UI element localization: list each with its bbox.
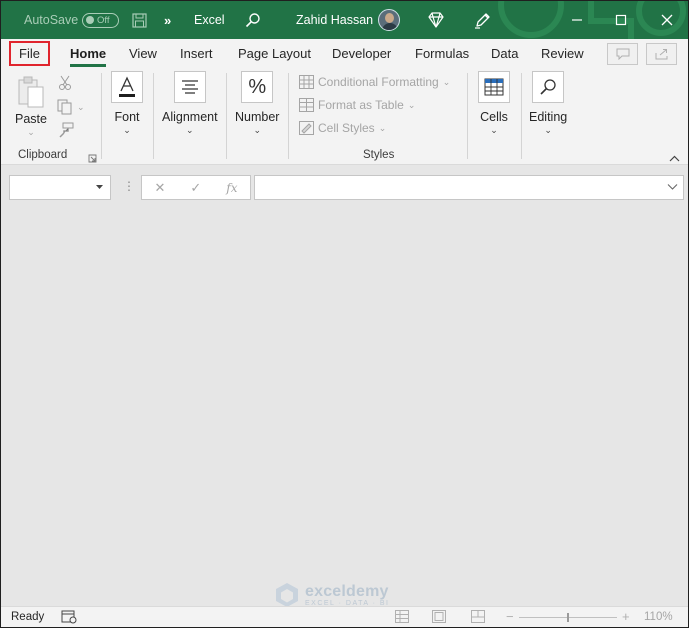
more-icon[interactable]: » xyxy=(164,1,171,39)
font-label: Font xyxy=(114,110,140,124)
minimize-icon[interactable] xyxy=(564,1,590,39)
clipboard-group: Paste ⌄ ⌄ Clipboard xyxy=(1,67,101,165)
font-button[interactable]: Font ⌄ xyxy=(111,71,143,136)
page-layout-view-icon[interactable] xyxy=(432,610,446,626)
cells-label: Cells xyxy=(480,110,508,124)
tab-formulas[interactable]: Formulas xyxy=(415,39,469,67)
status-bar: Ready − + 110% xyxy=(1,606,688,627)
tab-page-layout[interactable]: Page Layout xyxy=(238,39,311,67)
ribbon-tabs: File Home View Insert Page Layout Develo… xyxy=(1,39,688,67)
normal-view-icon[interactable] xyxy=(395,610,409,626)
clipboard-group-label: Clipboard xyxy=(18,149,68,161)
collapse-ribbon-icon[interactable] xyxy=(669,151,680,165)
autosave-state: Off xyxy=(97,14,110,26)
search-icon[interactable] xyxy=(245,1,261,39)
styles-group-label: Styles xyxy=(363,149,395,161)
editing-button[interactable]: Editing ⌄ xyxy=(529,71,567,136)
zoom-out-icon[interactable]: − xyxy=(506,609,514,624)
formula-actions: ✕ ✓ fx xyxy=(141,175,251,200)
font-icon xyxy=(111,71,143,103)
alignment-button[interactable]: Alignment ⌄ xyxy=(162,71,218,136)
cell-styles-icon xyxy=(299,121,314,135)
user-name[interactable]: Zahid Hassan xyxy=(296,1,373,39)
watermark-name: exceldemy xyxy=(305,582,389,600)
paste-icon xyxy=(15,75,47,112)
conditional-formatting-icon xyxy=(299,75,314,89)
formula-input[interactable] xyxy=(254,175,684,200)
cells-button[interactable]: Cells ⌄ xyxy=(478,71,510,136)
tab-file[interactable]: File xyxy=(9,41,50,66)
alignment-icon xyxy=(173,71,206,103)
zoom-level[interactable]: 110% xyxy=(644,611,673,623)
tab-developer[interactable]: Developer xyxy=(332,39,391,67)
diamond-icon[interactable] xyxy=(427,1,445,39)
tab-data[interactable]: Data xyxy=(491,39,518,67)
copy-icon[interactable]: ⌄ xyxy=(57,99,85,115)
zoom-in-icon[interactable]: + xyxy=(622,609,630,624)
cell-styles-label: Cell Styles xyxy=(318,121,375,135)
number-icon: % xyxy=(241,71,274,103)
zoom-slider-thumb[interactable] xyxy=(567,613,569,622)
cut-icon[interactable] xyxy=(58,75,72,91)
save-icon[interactable] xyxy=(132,1,147,39)
format-as-table-label: Format as Table xyxy=(318,98,404,112)
name-box[interactable] xyxy=(9,175,111,200)
page-break-view-icon[interactable] xyxy=(471,610,485,626)
app-name: Excel xyxy=(194,13,225,27)
restore-icon[interactable] xyxy=(608,1,634,39)
macro-record-icon[interactable] xyxy=(61,610,77,627)
excel-window: AutoSave Off » Excel Zahid Hassan File H… xyxy=(0,0,689,628)
expand-formula-icon xyxy=(667,184,678,190)
format-as-table-button[interactable]: Format as Table ⌄ xyxy=(299,98,415,112)
close-icon[interactable] xyxy=(654,1,680,39)
cancel-icon[interactable]: ✕ xyxy=(154,180,165,196)
tab-review[interactable]: Review xyxy=(541,39,584,67)
chevron-down-icon xyxy=(96,185,103,189)
title-bar: AutoSave Off » Excel Zahid Hassan xyxy=(1,1,688,39)
status-ready: Ready xyxy=(11,611,45,623)
cells-icon xyxy=(478,71,510,103)
tab-home[interactable]: Home xyxy=(70,39,107,67)
tab-insert[interactable]: Insert xyxy=(180,39,213,67)
exceldemy-logo-icon xyxy=(276,583,298,607)
format-painter-icon[interactable] xyxy=(58,122,74,138)
alignment-label: Alignment xyxy=(162,110,218,124)
avatar[interactable] xyxy=(378,1,400,39)
workspace: exceldemy EXCEL · DATA · BI xyxy=(1,208,688,608)
share-icon[interactable] xyxy=(646,43,677,65)
conditional-formatting-button[interactable]: Conditional Formatting ⌄ xyxy=(299,75,450,89)
autosave-label: AutoSave xyxy=(24,13,79,27)
insert-function-icon[interactable]: fx xyxy=(226,181,237,195)
ribbon: Paste ⌄ ⌄ Clipboard Font ⌄ Alignment ⌄ %… xyxy=(1,67,688,165)
paste-label: Paste xyxy=(15,112,47,126)
formula-bar: ⋮ ✕ ✓ fx xyxy=(1,166,688,208)
enter-icon[interactable]: ✓ xyxy=(190,180,201,196)
cell-styles-button[interactable]: Cell Styles ⌄ xyxy=(299,121,386,135)
dialog-launcher-icon[interactable] xyxy=(88,152,97,166)
paste-button[interactable]: Paste ⌄ xyxy=(15,75,47,138)
number-label: Number xyxy=(235,110,280,124)
comments-icon[interactable] xyxy=(607,43,638,65)
more-icon[interactable]: ⋮ xyxy=(123,179,135,193)
autosave-toggle[interactable]: Off xyxy=(82,1,119,39)
pen-icon[interactable] xyxy=(474,1,492,39)
editing-label: Editing xyxy=(529,110,568,124)
tab-view[interactable]: View xyxy=(129,39,157,67)
exceldemy-watermark: exceldemy EXCEL · DATA · BI xyxy=(274,582,390,608)
editing-icon xyxy=(532,71,565,103)
number-button[interactable]: % Number ⌄ xyxy=(235,71,279,136)
conditional-formatting-label: Conditional Formatting xyxy=(318,75,439,89)
format-as-table-icon xyxy=(299,98,314,112)
